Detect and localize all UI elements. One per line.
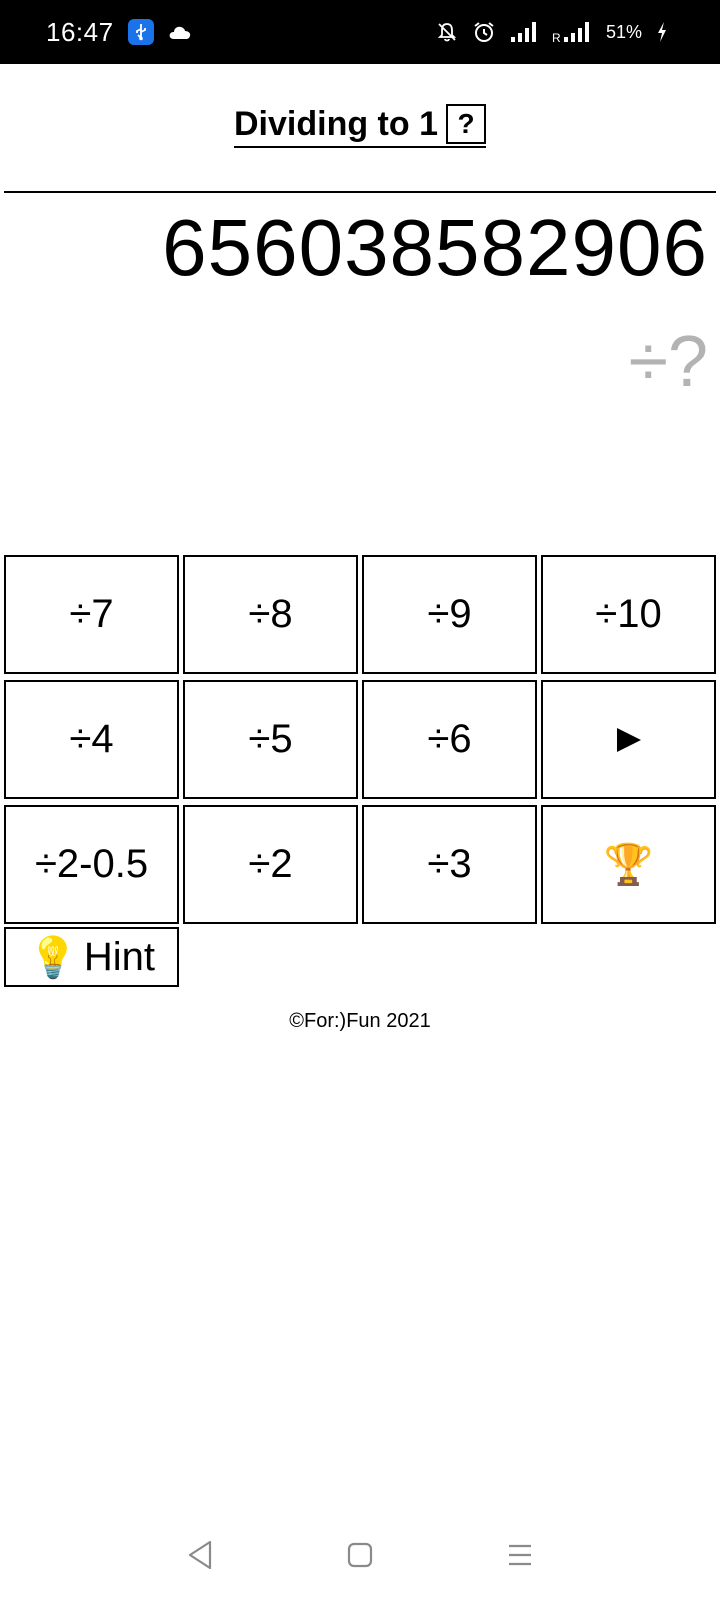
cloud-icon — [169, 26, 190, 39]
play-button[interactable] — [541, 680, 716, 799]
trophy-button[interactable]: 🏆 — [541, 805, 716, 924]
help-button[interactable]: ? — [446, 104, 486, 144]
usb-icon — [127, 19, 154, 45]
divide-by-8-button[interactable]: ÷8 — [183, 555, 358, 674]
mute-icon — [437, 23, 457, 42]
divide-by-3-button[interactable]: ÷3 — [362, 805, 537, 924]
status-bar: 16:47 R 51% — [0, 0, 720, 64]
header: Dividing to 1 ? — [0, 104, 720, 148]
back-icon[interactable] — [187, 1540, 213, 1570]
divisor-placeholder: ÷? — [628, 322, 708, 402]
divide-by-9-button[interactable]: ÷9 — [362, 555, 537, 674]
page-title: Dividing to 1 ? — [234, 104, 486, 148]
status-bar-right: R 51% — [436, 20, 668, 44]
copyright: ©For:)Fun 2021 — [289, 1010, 431, 1032]
home-icon[interactable] — [347, 1542, 373, 1568]
roaming-signal-icon: R — [552, 22, 589, 43]
play-icon — [616, 727, 641, 752]
lightbulb-icon: 💡 — [28, 935, 78, 980]
clock: 16:47 — [46, 16, 114, 47]
navigation-bar — [0, 1530, 720, 1580]
divider — [4, 191, 716, 193]
divide-by-6-button[interactable]: ÷6 — [362, 680, 537, 799]
divide-by-7-button[interactable]: ÷7 — [4, 555, 179, 674]
page-title-text: Dividing to 1 — [234, 104, 438, 143]
divide-by-10-button[interactable]: ÷10 — [541, 555, 716, 674]
charging-icon — [658, 22, 666, 42]
signal-icon — [510, 22, 536, 42]
trophy-icon: 🏆 — [603, 843, 654, 887]
divide-by-4-button[interactable]: ÷4 — [4, 680, 179, 799]
roaming-label: R — [552, 31, 561, 43]
divisor-grid: ÷7 ÷8 ÷9 ÷10 ÷4 ÷5 ÷6 ÷2-0.5 ÷2 ÷3 🏆 — [4, 555, 716, 924]
alarm-icon — [474, 22, 494, 42]
battery-level: 51% — [605, 21, 642, 42]
status-bar-left: 16:47 — [46, 17, 192, 48]
current-number: 656038582906 — [162, 203, 708, 292]
divide-by-2-minus-0.5-button[interactable]: ÷2-0.5 — [4, 805, 179, 924]
recents-menu-icon[interactable] — [507, 1542, 533, 1568]
hint-label: Hint — [83, 934, 155, 979]
divide-by-2-button[interactable]: ÷2 — [183, 805, 358, 924]
divide-by-5-button[interactable]: ÷5 — [183, 680, 358, 799]
hint-button[interactable]: 💡 Hint — [4, 927, 179, 987]
